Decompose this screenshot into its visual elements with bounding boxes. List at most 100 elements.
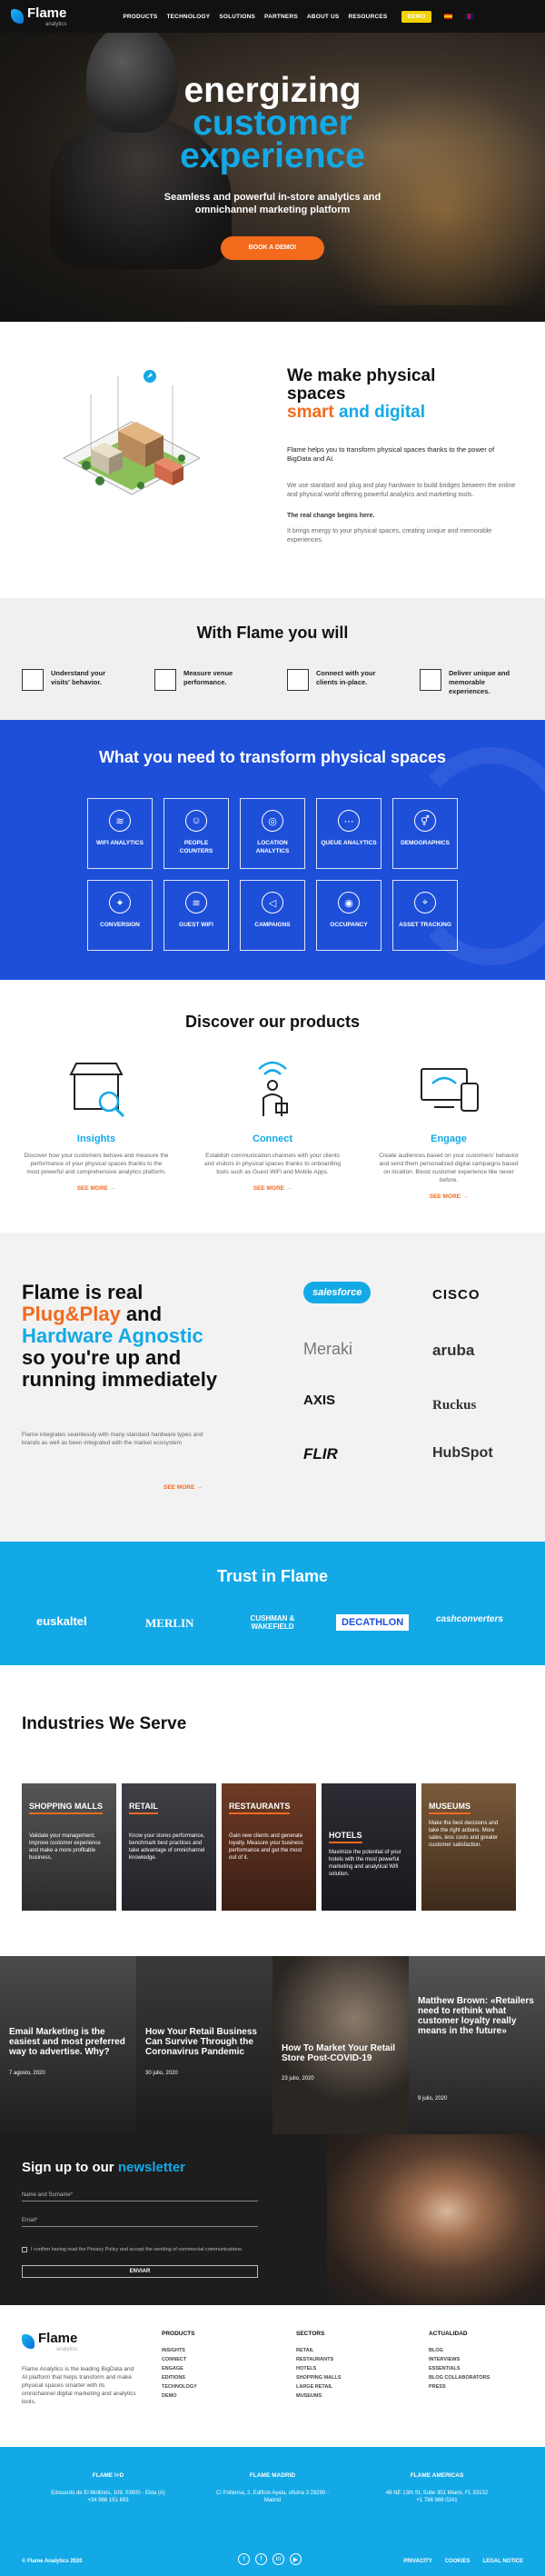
feature-campaigns[interactable]: ◁ CAMPAIGNS xyxy=(240,880,305,951)
youtube-icon[interactable]: ▶ xyxy=(290,2553,302,2565)
twitter-icon[interactable]: t xyxy=(238,2553,250,2565)
physical-title-smart: smart xyxy=(287,403,334,422)
nav-resources[interactable]: RESOURCES xyxy=(348,14,387,20)
footer-link[interactable]: EDITIONS xyxy=(162,2373,197,2382)
plug-title-plugplay: Plug&Play xyxy=(22,1303,121,1325)
feature-people-counters[interactable]: ☺ PEOPLE COUNTERS xyxy=(164,798,229,869)
feature-label: CONVERSION xyxy=(100,922,140,928)
feature-occupancy[interactable]: ◉ OCCUPANCY xyxy=(316,880,382,951)
logo-sub: analytics xyxy=(45,22,67,27)
wifi-icon: ≋ xyxy=(109,810,131,832)
blog-title: Email Marketing is the easiest and most … xyxy=(9,2027,125,2057)
plug-title-running: so you're up and running immediately xyxy=(22,1346,218,1391)
consent-checkbox[interactable]: I confirm having read the Privacy Policy… xyxy=(22,2247,243,2252)
asset-icon: ⌖ xyxy=(414,892,436,914)
name-field[interactable]: Name and Surname* xyxy=(22,2192,258,2202)
footer-logo[interactable]: Flame analytics xyxy=(22,2331,77,2352)
see-more-link[interactable]: SEE MORE → xyxy=(376,1193,521,1200)
conversion-icon: ✦ xyxy=(109,892,131,914)
footer-link[interactable]: RESTAURANTS xyxy=(296,2355,342,2364)
email-field[interactable]: Email* xyxy=(22,2218,258,2227)
nav-products[interactable]: PRODUCTS xyxy=(123,14,157,20)
industry-retail[interactable]: RETAIL Know your stores performance, benc… xyxy=(122,1783,216,1911)
see-more-link[interactable]: SEE MORE → xyxy=(164,1484,203,1491)
feature-location-analytics[interactable]: ◎ LOCATION ANALYTICS xyxy=(240,798,305,869)
with-item-label: Understand your visits' behavior. xyxy=(51,669,106,686)
send-button[interactable]: ENVIAR xyxy=(22,2265,258,2278)
blog-card[interactable]: Matthew Brown: «Retailers need to rethin… xyxy=(409,1956,545,2134)
feature-conversion[interactable]: ✦ CONVERSION xyxy=(87,880,153,951)
footer-link[interactable]: MUSEUMS xyxy=(296,2391,342,2401)
checkbox-icon[interactable] xyxy=(22,2247,27,2252)
footer-link[interactable]: BLOG xyxy=(429,2346,490,2355)
products-section: Discover our products Insights Discover … xyxy=(0,980,545,1233)
physical-title-line1: We make physical xyxy=(287,366,436,385)
see-more-link[interactable]: SEE MORE → xyxy=(24,1185,169,1192)
see-more-link[interactable]: SEE MORE → xyxy=(200,1185,345,1192)
blog-card[interactable]: How Your Retail Business Can Survive Thr… xyxy=(136,1956,272,2134)
footer-link[interactable]: RETAIL xyxy=(296,2346,342,2355)
footer-link[interactable]: TECHNOLOGY xyxy=(162,2382,197,2391)
feature-demographics[interactable]: ⚥ DEMOGRAPHICS xyxy=(392,798,458,869)
feature-label: PEOPLE COUNTERS xyxy=(179,840,213,854)
industry-hotels[interactable]: HOTELS Maximize the potential of your hot… xyxy=(322,1783,416,1911)
legal-notice-link[interactable]: LEGAL NOTICE xyxy=(482,2559,523,2564)
nav-solutions[interactable]: SOLUTIONS xyxy=(219,14,255,20)
feature-queue-analytics[interactable]: ⋯ QUEUE ANALYTICS xyxy=(316,798,382,869)
behavior-icon xyxy=(22,669,44,691)
footer-link[interactable]: CONNECT xyxy=(162,2355,197,2364)
footer-link[interactable]: INTERVIEWS xyxy=(429,2355,490,2364)
facebook-icon[interactable]: f xyxy=(255,2553,267,2565)
blog-card[interactable]: Email Marketing is the easiest and most … xyxy=(0,1956,136,2134)
nav-about-us[interactable]: ABOUT US xyxy=(307,14,340,20)
flame-logo[interactable]: Flame analytics xyxy=(11,5,66,27)
industry-desc: Know your stores performance, benchmark … xyxy=(129,1833,205,1861)
main-nav: PRODUCTS TECHNOLOGY SOLUTIONS PARTNERS A… xyxy=(123,10,473,23)
feature-asset-tracking[interactable]: ⌖ ASSET TRACKING xyxy=(392,880,458,951)
footer-link[interactable]: ENGAGE xyxy=(162,2364,197,2373)
flir-logo: FLIR xyxy=(303,1445,338,1463)
blog-card[interactable]: How To Market Your Retail Store Post-COV… xyxy=(272,1956,409,2134)
industry-museums[interactable]: MUSEUMS Make the best decisions and take … xyxy=(421,1783,516,1911)
footer-desc: Flame Analytics is the leading BigData a… xyxy=(22,2366,136,2405)
footer-link[interactable]: DEMO xyxy=(162,2391,197,2401)
demo-button[interactable]: DEMO xyxy=(401,10,431,23)
footer-link[interactable]: SHOPPING MALLS xyxy=(296,2373,342,2382)
footer-link[interactable]: HOTELS xyxy=(296,2364,342,2373)
with-item-label: Deliver unique and memorable experiences… xyxy=(449,669,510,695)
industry-name: RESTAURANTS xyxy=(229,1802,291,1814)
logo-text: Flame xyxy=(27,5,67,21)
hero-subtitle: Seamless and powerful in-store analytics… xyxy=(164,192,382,215)
physical-title: We make physical spaces smart and digita… xyxy=(287,367,435,422)
footer-link[interactable]: ESSENTIALS xyxy=(429,2364,490,2373)
nav-partners[interactable]: PARTNERS xyxy=(264,14,298,20)
industry-shopping-malls[interactable]: SHOPPING MALLS Validate your management, … xyxy=(22,1783,116,1911)
megaphone-icon: ◁ xyxy=(262,892,283,914)
feature-guest-wifi[interactable]: ≋ GUEST WIFI xyxy=(164,880,229,951)
flame-logo-icon xyxy=(11,9,24,24)
industry-desc: Gain new clients and generate loyalty. M… xyxy=(229,1833,303,1861)
footer-link[interactable]: LARGE RETAIL xyxy=(296,2382,342,2391)
hero-title-line1: energizing xyxy=(183,71,362,110)
footer-link[interactable]: BLOG COLLABORATORS xyxy=(429,2373,490,2382)
uk-flag-icon[interactable] xyxy=(464,14,473,19)
blog-date: 30 julio, 2020 xyxy=(145,2071,178,2076)
linkedin-icon[interactable]: in xyxy=(272,2553,284,2565)
experience-icon xyxy=(420,669,441,691)
feature-wifi-analytics[interactable]: ≋ WIFI ANALYTICS xyxy=(87,798,153,869)
footer-link[interactable]: PRESS xyxy=(429,2382,490,2391)
hero-title-line2: customer xyxy=(193,104,352,143)
industry-restaurants[interactable]: RESTAURANTS Gain new clients and generate… xyxy=(222,1783,316,1911)
newsletter-title-a: Sign up to our xyxy=(22,2160,114,2175)
office-madrid: FLAME MADRID C/ Pollensa, 2, Edificio Aya… xyxy=(213,2472,332,2504)
spanish-flag-icon[interactable] xyxy=(443,14,452,19)
footer-link[interactable]: INSIGHTS xyxy=(162,2346,197,2355)
nav-technology[interactable]: TECHNOLOGY xyxy=(166,14,210,20)
ruckus-logo: Ruckus xyxy=(432,1398,477,1413)
logo-sub: analytics xyxy=(56,2347,78,2352)
industry-desc: Maximize the potential of your hotels wi… xyxy=(329,1850,401,1877)
cashconverters-logo: cashconverters xyxy=(436,1614,503,1624)
book-demo-button[interactable]: BOOK A DEMO! xyxy=(221,236,324,260)
privacy-link[interactable]: PRIVACITY xyxy=(403,2559,432,2564)
cookies-link[interactable]: COOKIES xyxy=(445,2559,471,2564)
